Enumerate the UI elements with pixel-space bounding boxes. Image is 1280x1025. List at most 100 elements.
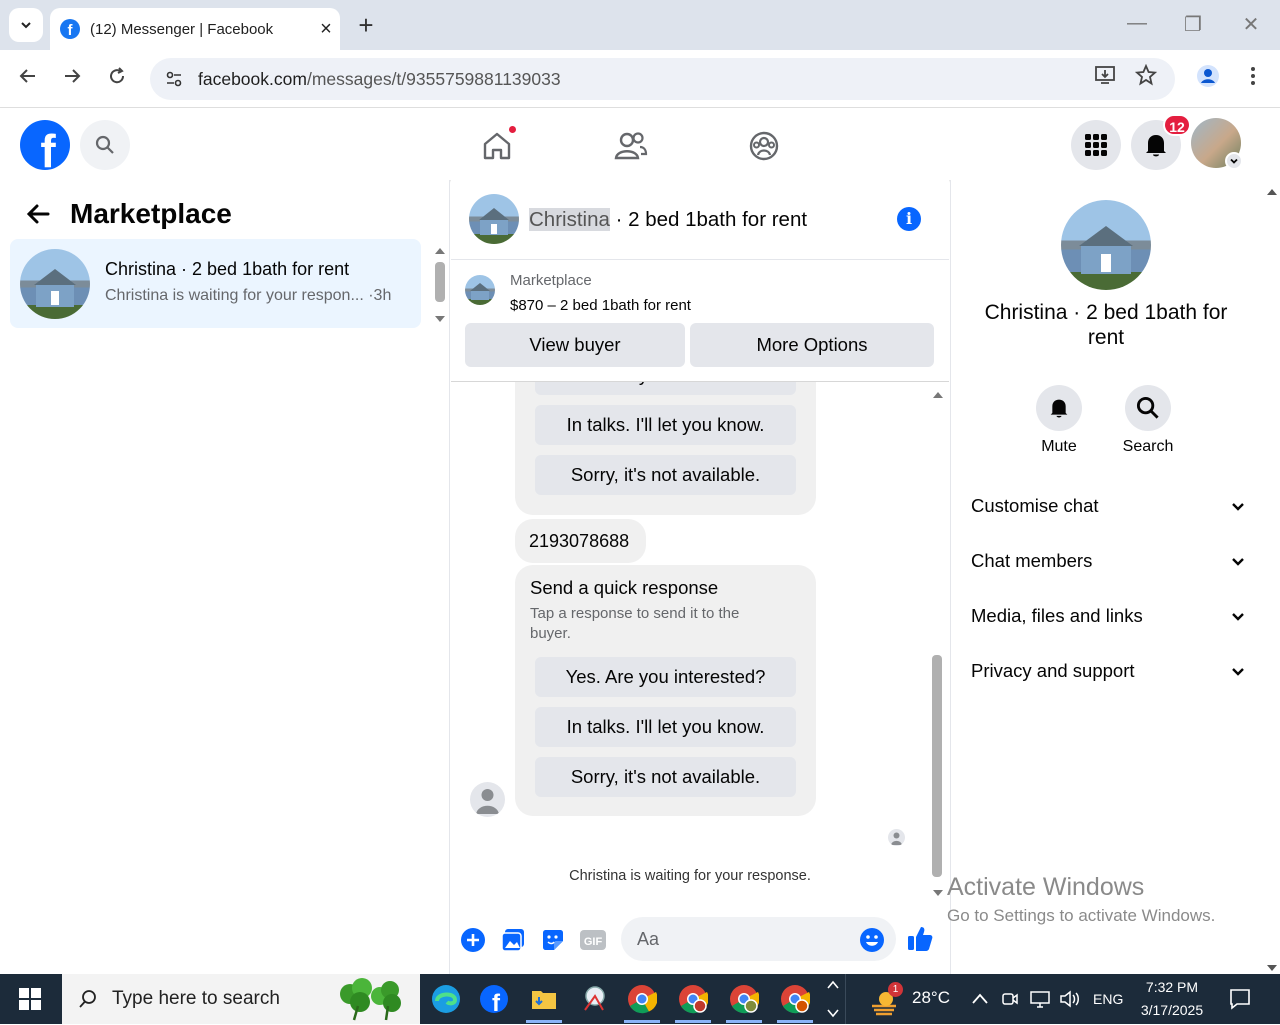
site-info-icon[interactable] (164, 69, 184, 89)
facebook-app-icon[interactable]: f (478, 983, 510, 1015)
chat-members-section[interactable]: Chat members (971, 541, 1246, 581)
scroll-down-arrow-icon[interactable] (433, 311, 447, 322)
address-bar[interactable]: facebook.com/messages/t/9355759881139033 (150, 58, 1175, 100)
emoji-icon[interactable] (858, 926, 886, 954)
quick-option-talks-previous[interactable]: In talks. I'll let you know. (535, 405, 796, 445)
more-options-button[interactable]: More Options (690, 323, 934, 367)
install-app-icon[interactable] (1090, 64, 1120, 94)
restore-icon[interactable]: ❐ (1178, 12, 1208, 37)
snipping-tool-icon[interactable] (578, 983, 610, 1015)
scroll-down-arrow-icon[interactable] (1265, 960, 1279, 971)
quick-option-sorry[interactable]: Sorry, it's not available. (535, 757, 796, 797)
grid-menu-icon (1085, 134, 1107, 156)
clock-date[interactable]: 3/17/2025 (1137, 1002, 1207, 1018)
listing-card-label: Marketplace (510, 272, 592, 289)
browser-menu-icon[interactable] (1238, 64, 1268, 94)
chrome-icon[interactable] (626, 983, 658, 1015)
media-files-links-section[interactable]: Media, files and links (971, 596, 1246, 636)
weather-badge: 1 (888, 982, 903, 997)
taskbar-search-box[interactable]: Type here to search (62, 974, 420, 1024)
chrome-profile-icon[interactable] (728, 983, 760, 1015)
groups-icon (749, 131, 779, 161)
scroll-down-arrow-icon[interactable] (931, 885, 945, 896)
chevron-down-icon[interactable] (1225, 152, 1243, 170)
search-button[interactable] (80, 120, 130, 170)
new-tab-button[interactable]: + (352, 10, 380, 41)
home-nav-button[interactable] (477, 124, 518, 166)
menu-button[interactable] (1071, 120, 1121, 170)
message-input[interactable]: Aa (621, 917, 896, 961)
conversation-item[interactable]: Christina · 2 bed 1bath for rent Christi… (10, 239, 421, 328)
reload-icon (110, 67, 125, 84)
scrollbar-thumb[interactable] (932, 655, 942, 877)
info-icon[interactable]: i (897, 207, 921, 231)
chevron-down-icon (1232, 503, 1244, 511)
chrome-profile-icon[interactable] (677, 983, 709, 1015)
search-conversation-button[interactable] (1125, 385, 1171, 431)
mute-label: Mute (1041, 438, 1077, 455)
back-arrow-icon[interactable] (24, 200, 52, 233)
marketplace-inbox-panel: Marketplace Christina · 2 bed 1bath for … (0, 180, 450, 974)
privacy-support-section[interactable]: Privacy and support (971, 651, 1246, 691)
browser-toolbar: facebook.com/messages/t/9355759881139033 (0, 50, 1280, 108)
profile-photo[interactable] (1061, 200, 1151, 290)
browser-tab[interactable]: f (12) Messenger | Facebook × (50, 8, 340, 50)
chat-listing-title: · 2 bed 1bath for rent (609, 208, 808, 231)
message-list: Yes. Are you interested? In talks. I'll … (451, 381, 949, 906)
close-window-icon[interactable]: ✕ (1236, 12, 1266, 37)
chat-avatar[interactable] (469, 194, 519, 244)
bookmark-star-icon[interactable] (1131, 63, 1161, 94)
clock-time[interactable]: 7:32 PM (1140, 979, 1204, 995)
active-app-indicator (726, 1020, 762, 1023)
search-label: Search (1122, 438, 1174, 455)
arrow-left-icon (19, 69, 35, 83)
quick-option-yes[interactable]: Yes. Are you interested? (535, 657, 796, 697)
meet-now-icon[interactable] (1001, 990, 1019, 1008)
facebook-logo-icon[interactable]: f (20, 120, 70, 170)
arrow-right-icon (65, 69, 81, 83)
taskbar-scroll-arrows[interactable] (826, 978, 840, 1020)
groups-nav-button[interactable] (744, 126, 784, 166)
chevron-down-icon (1232, 558, 1244, 566)
view-buyer-button[interactable]: View buyer (465, 323, 685, 367)
windows-taskbar: Type here to search f 1 28°C ENG 7:32 PM… (0, 974, 1280, 1024)
plus-circle-icon[interactable] (459, 926, 487, 954)
profile-icon[interactable] (1193, 64, 1223, 94)
tab-search-button[interactable] (9, 8, 43, 42)
chat-panel: Christina · 2 bed 1bath for rent i Marke… (451, 180, 949, 974)
message-bubble: 2193078688 (515, 519, 646, 563)
quick-option-talks[interactable]: In talks. I'll let you know. (535, 707, 796, 747)
quick-option-yes-previous[interactable]: Yes. Are you interested? (535, 382, 796, 395)
edge-icon[interactable] (430, 983, 462, 1015)
thumbs-up-icon[interactable] (906, 924, 934, 952)
gif-icon[interactable]: GIF (579, 926, 607, 954)
scroll-up-arrow-icon[interactable] (433, 243, 447, 254)
weather-icon[interactable]: 1 (870, 982, 903, 1018)
notification-center-icon[interactable] (1228, 987, 1252, 1011)
minimize-icon[interactable]: — (1122, 12, 1152, 35)
friends-nav-button[interactable] (611, 126, 651, 166)
sticker-icon[interactable] (539, 926, 567, 954)
close-tab-icon[interactable]: × (312, 18, 340, 41)
chrome-profile-icon[interactable] (779, 983, 811, 1015)
browser-tab-bar: f (12) Messenger | Facebook × + — ❐ ✕ (0, 0, 1280, 50)
file-explorer-icon[interactable] (528, 983, 560, 1015)
volume-icon[interactable] (1059, 989, 1081, 1009)
active-app-indicator (624, 1020, 660, 1023)
reload-button[interactable] (102, 64, 132, 94)
language-indicator[interactable]: ENG (1093, 991, 1123, 1007)
scroll-up-arrow-icon[interactable] (1265, 184, 1279, 195)
network-icon[interactable] (1029, 989, 1051, 1009)
forward-button[interactable] (57, 64, 87, 94)
start-button[interactable] (0, 974, 60, 1024)
svg-text:f: f (492, 990, 501, 1014)
back-button[interactable] (13, 64, 43, 94)
quick-option-sorry-previous[interactable]: Sorry, it's not available. (535, 455, 796, 495)
customise-chat-section[interactable]: Customise chat (971, 486, 1246, 526)
home-icon (483, 132, 511, 160)
chevron-up-icon[interactable] (971, 991, 989, 1007)
mute-button[interactable] (1036, 385, 1082, 431)
scroll-up-arrow-icon[interactable] (931, 387, 945, 398)
photo-icon[interactable] (499, 926, 527, 954)
scrollbar-thumb[interactable] (435, 262, 445, 302)
